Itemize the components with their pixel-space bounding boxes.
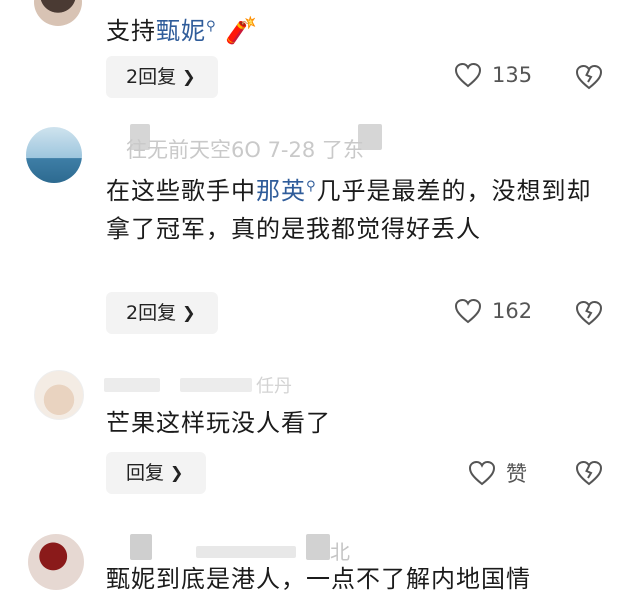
like-button[interactable]: 赞	[468, 458, 527, 488]
like-count: 162	[492, 299, 533, 323]
chevron-right-icon: ❯	[182, 303, 196, 322]
broken-heart-icon[interactable]	[575, 300, 603, 326]
mention-link[interactable]: 那英⚲	[256, 177, 317, 205]
avatar[interactable]	[34, 0, 82, 26]
heart-outline-icon	[454, 298, 482, 324]
heart-outline-icon	[468, 460, 496, 486]
comment-text: 支持甄妮⚲ 🧨	[106, 8, 626, 50]
reply-button[interactable]: 2回复 ❯	[106, 292, 218, 334]
reply-button[interactable]: 回复 ❯	[106, 452, 206, 494]
avatar[interactable]	[28, 534, 84, 590]
blur-block	[180, 378, 252, 392]
like-button[interactable]: 162	[454, 298, 532, 324]
avatar[interactable]	[34, 370, 84, 420]
reply-label: 2回复	[126, 66, 177, 88]
broken-heart-icon[interactable]	[575, 460, 603, 486]
reply-label: 2回复	[126, 302, 177, 324]
comment-meta: 往无前天空6O 7-28 了东	[126, 138, 364, 162]
broken-heart-icon[interactable]	[575, 64, 603, 90]
blur-block	[104, 378, 160, 392]
mention-link[interactable]: 甄妮⚲	[156, 17, 217, 45]
comment-text: 芒果这样玩没人看了	[106, 404, 606, 442]
firecracker-emoji: 🧨	[225, 16, 259, 46]
avatar[interactable]	[26, 127, 82, 183]
search-magnifier-icon: ⚲	[206, 19, 217, 34]
comment-text-prefix: 甄妮到底是港人，一点不了解内地国情	[106, 565, 531, 593]
like-count: 135	[492, 63, 533, 87]
reply-label: 回复	[126, 462, 165, 484]
comment-text: 在这些歌手中那英⚲几乎是最差的，没想到却拿了冠军，真的是我都觉得好丢人	[106, 168, 606, 248]
comment-text-prefix: 芒果这样玩没人看了	[106, 409, 331, 437]
comment-text-prefix: 支持	[106, 17, 156, 45]
chevron-right-icon: ❯	[182, 67, 196, 86]
reply-button[interactable]: 2回复 ❯	[106, 56, 218, 98]
comment-text-prefix: 在这些歌手中	[106, 177, 256, 205]
blur-block	[130, 534, 152, 560]
search-magnifier-icon: ⚲	[306, 179, 317, 194]
like-count: 赞	[506, 462, 527, 486]
chevron-right-icon: ❯	[170, 463, 184, 482]
blur-block	[196, 546, 296, 558]
comment-text: 甄妮到底是港人，一点不了解内地国情	[106, 560, 626, 598]
like-button[interactable]: 135	[454, 62, 532, 88]
comment-meta: 任丹	[256, 376, 292, 397]
blur-block	[306, 534, 330, 560]
heart-outline-icon	[454, 62, 482, 88]
